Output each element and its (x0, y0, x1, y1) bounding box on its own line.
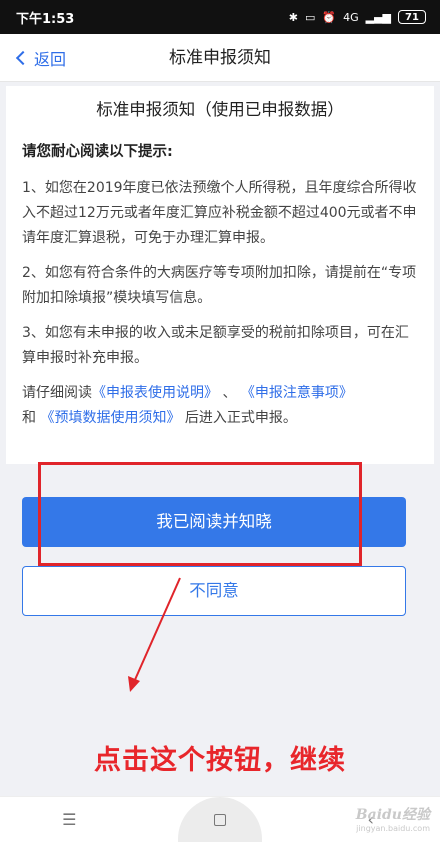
watermark-brand: Baidu经验 (355, 807, 430, 823)
home-button[interactable] (177, 796, 262, 842)
arrow-line (133, 577, 181, 683)
menu-icon[interactable]: ☰ (39, 810, 99, 829)
watermark-url: jingyan.baidu.com (356, 824, 430, 833)
arrow-head (128, 676, 140, 692)
annotation-arrow (128, 577, 181, 692)
annotation-text: 点击这个按钮，继续 (94, 745, 346, 776)
home-icon (213, 813, 226, 826)
baidu-watermark: Baidu经验 jingyan.baidu.com (356, 808, 430, 836)
